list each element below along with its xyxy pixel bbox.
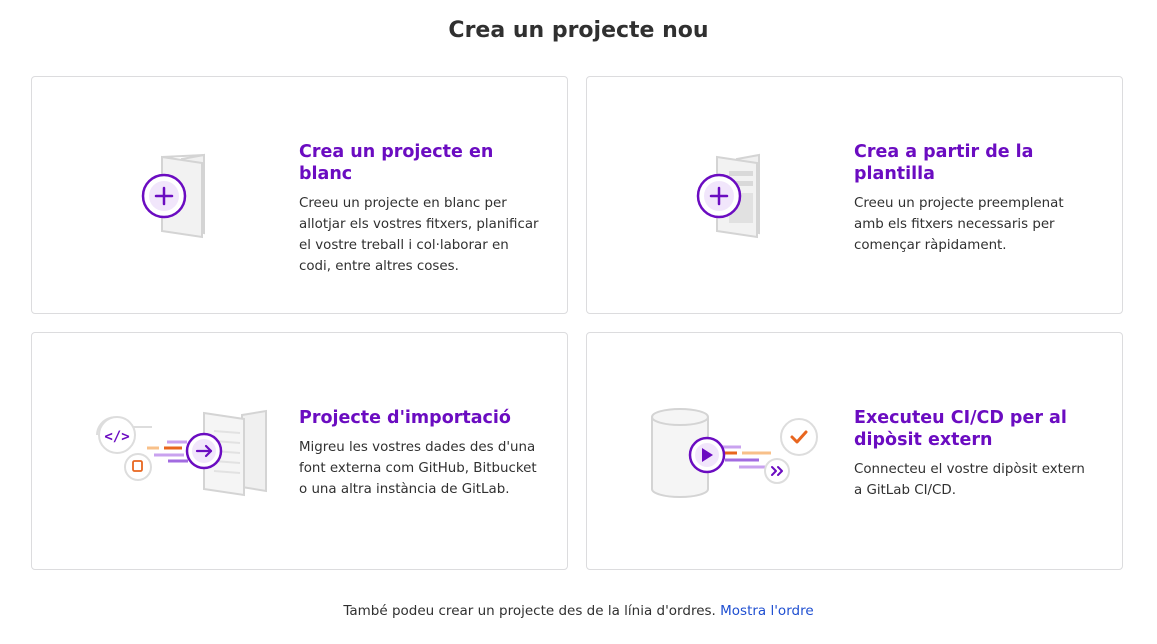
command-line-note: També podeu crear un projecte des de la … [0,603,1157,619]
import-project-card[interactable]: </> Projecte d'importació Migreu les vos… [31,332,568,570]
card-title: Crea a partir de la plantilla [854,142,1034,184]
card-description: Creeu un projecte en blanc per allotjar … [299,196,539,274]
card-description: Connecteu el vostre dipòsit extern a Git… [854,462,1085,498]
ci-cd-project-text: Executeu CI/CD per al dipòsit extern Con… [854,407,1094,501]
card-title: Projecte d'importació [299,408,511,428]
blank-project-icon [141,153,205,239]
svg-text:</>: </> [104,429,129,445]
blank-project-text: Crea un projecte en blanc Creeu un proje… [299,141,539,277]
ci-cd-project-icon [651,408,818,498]
ci-cd-project-card[interactable]: Executeu CI/CD per al dipòsit extern Con… [586,332,1123,570]
card-description: Creeu un projecte preemplenat amb els fi… [854,196,1064,253]
card-title: Executeu CI/CD per al dipòsit extern [854,408,1067,450]
card-title: Crea un projecte en blanc [299,142,494,184]
template-project-text: Crea a partir de la plantilla Creeu un p… [854,141,1094,256]
command-line-note-text: També podeu crear un projecte des de la … [343,603,716,619]
page-title: Crea un projecte nou [448,18,709,43]
new-project-page: Crea un projecte nou Crea un projecte en… [0,0,1157,644]
template-project-icon [696,153,760,239]
card-description: Migreu les vostres dades des d'una font … [299,440,537,497]
import-project-icon: </> [96,409,267,497]
template-project-card[interactable]: Crea a partir de la plantilla Creeu un p… [586,76,1123,314]
show-command-link[interactable]: Mostra l'ordre [720,603,814,619]
import-project-text: Projecte d'importació Migreu les vostres… [299,407,539,500]
blank-project-card[interactable]: Crea un projecte en blanc Creeu un proje… [31,76,568,314]
